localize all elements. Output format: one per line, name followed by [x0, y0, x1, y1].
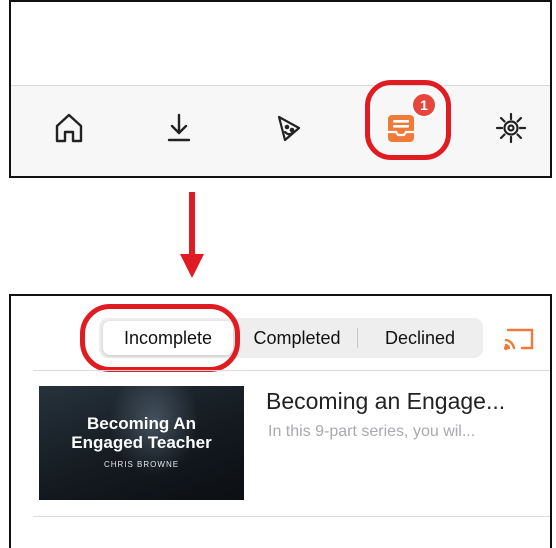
thumbnail-title-line-1: Becoming An — [87, 414, 196, 433]
down-arrow — [180, 192, 204, 278]
segment-declined[interactable]: Declined — [359, 321, 481, 355]
tab-bar — [11, 85, 550, 176]
download-icon — [167, 113, 191, 142]
thumbnail-title: Becoming An Engaged Teacher — [39, 414, 244, 452]
cast-icon[interactable] — [502, 326, 536, 354]
divider-line — [33, 516, 550, 517]
series-thumbnail: Becoming An Engaged Teacher CHRIS BROWNE — [39, 386, 244, 500]
divider-line — [33, 370, 550, 371]
tab-bar-screenshot: 1 — [9, 0, 552, 178]
item-title: Becoming an Engage... — [266, 388, 506, 414]
segment-completed[interactable]: Completed — [237, 321, 357, 355]
thumbnail-title-line-2: Engaged Teacher — [71, 433, 212, 452]
home-icon — [55, 113, 83, 143]
item-description: In this 9-part series, you wil... — [268, 423, 476, 440]
tab-home[interactable] — [39, 98, 99, 158]
segment-divider — [357, 328, 358, 348]
gear-icon — [495, 112, 527, 144]
highlight-ring-incomplete — [80, 304, 240, 372]
tab-kids[interactable] — [259, 98, 319, 158]
tab-downloads[interactable] — [149, 98, 209, 158]
notification-badge: 1 — [411, 92, 437, 118]
tab-settings[interactable] — [481, 98, 541, 158]
assignments-screenshot: Incomplete Completed Declined Becoming A… — [9, 294, 552, 548]
party-hat-icon — [277, 115, 301, 142]
thumbnail-author: CHRIS BROWNE — [103, 460, 180, 469]
highlight-ring-assignments — [365, 80, 451, 160]
